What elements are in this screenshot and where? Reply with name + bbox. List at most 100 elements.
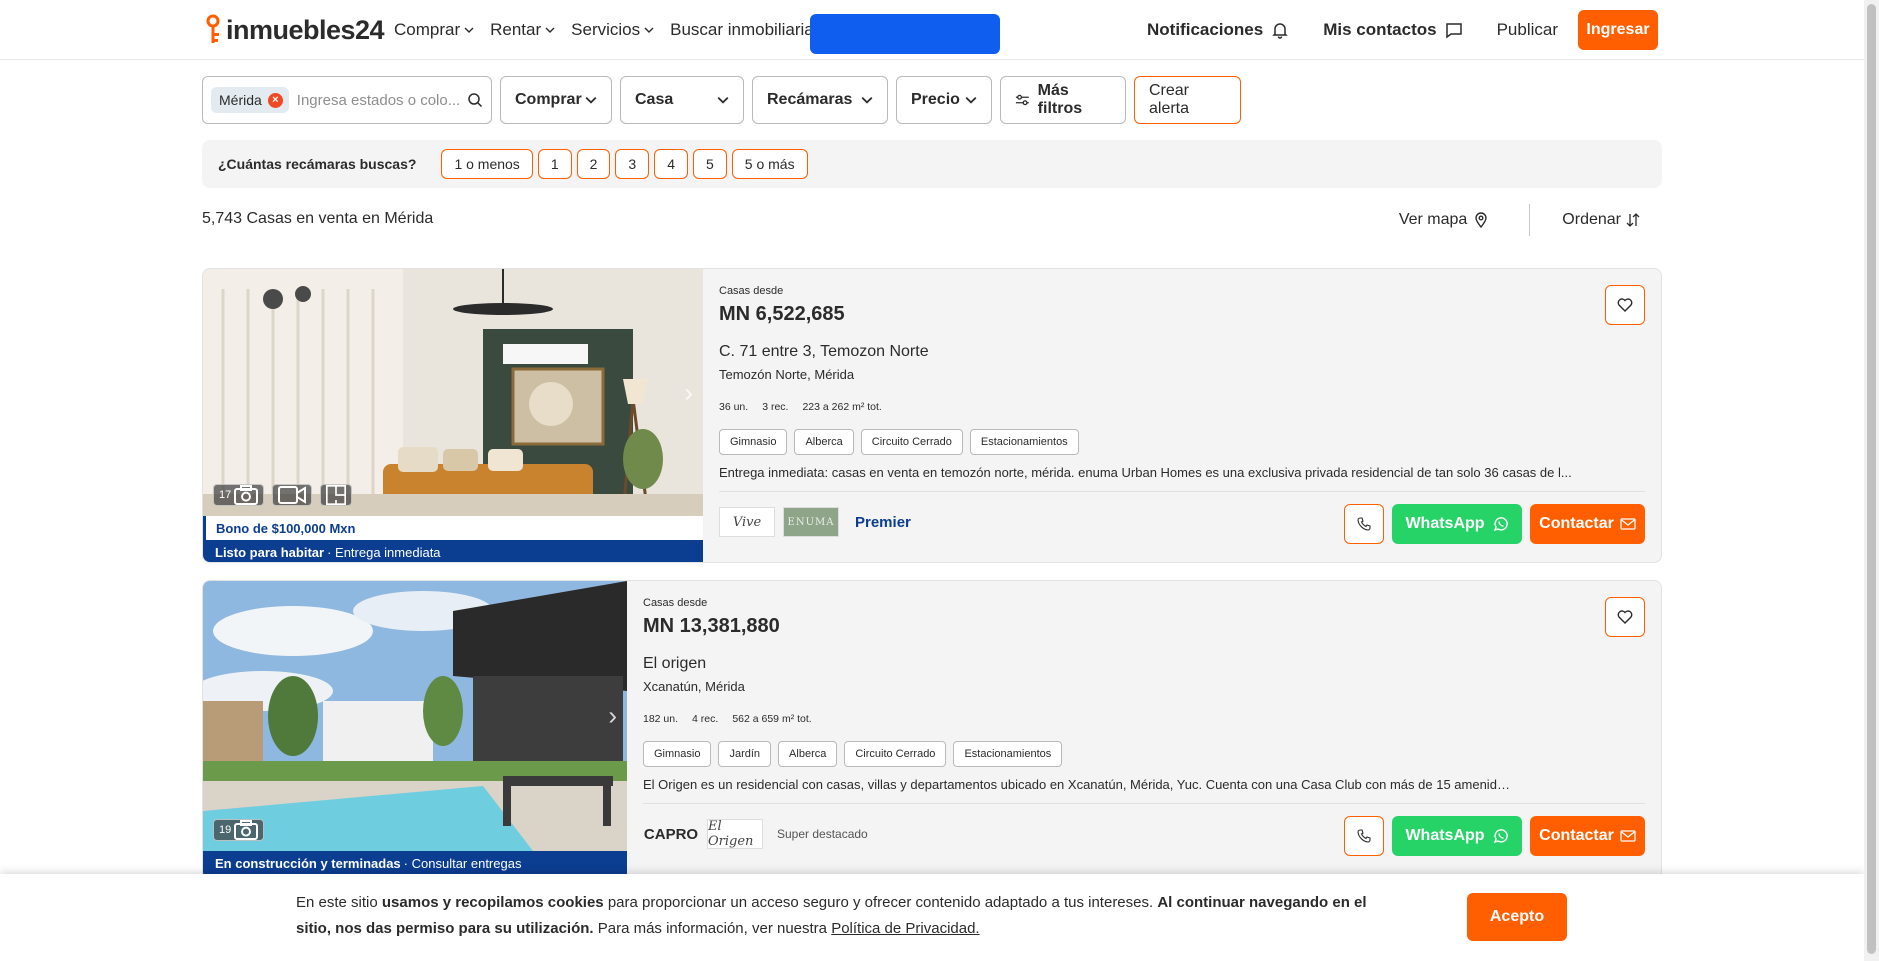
- nav-rentar[interactable]: Rentar: [490, 20, 555, 40]
- bono-label: Bono de $100,000 Mxn: [203, 516, 703, 540]
- publisher-row: Vive ENUMA Premier: [719, 507, 911, 537]
- divider: [1529, 204, 1531, 236]
- mis-contactos-link[interactable]: Mis contactos: [1323, 20, 1462, 40]
- results-tools: Ver mapa Ordenar: [1399, 204, 1673, 236]
- listing-card[interactable]: › 17 Bono de $100,000 Mxn Listo para hab…: [202, 268, 1662, 563]
- listing-title[interactable]: El origen: [643, 655, 706, 673]
- amenity-tag: Estacionamientos: [969, 429, 1079, 455]
- main-nav: Comprar Rentar Servicios Buscar inmobili…: [394, 0, 822, 60]
- cookie-text-part: En este sitio: [296, 894, 382, 911]
- rooms-question-bar: ¿Cuántas recámaras buscas? 1 o menos 1 2…: [202, 140, 1662, 188]
- location-chip[interactable]: Mérida ×: [211, 87, 289, 113]
- amenity-tag: Alberca: [778, 741, 838, 767]
- listing-features: 36 un. 3 rec. 223 a 262 m² tot.: [719, 401, 882, 413]
- map-pin-icon: [1475, 212, 1487, 228]
- enuma-logo[interactable]: ENUMA: [783, 507, 839, 537]
- whatsapp-button[interactable]: WhatsApp: [1392, 504, 1522, 544]
- chevron-down-icon: [717, 96, 729, 104]
- search-icon[interactable]: [467, 92, 483, 108]
- feature-area: 562 a 659 m² tot.: [732, 713, 812, 725]
- whatsapp-button[interactable]: WhatsApp: [1392, 816, 1522, 856]
- precio-dropdown[interactable]: Precio: [896, 76, 992, 124]
- mail-icon: [1620, 518, 1636, 530]
- el-origen-logo[interactable]: El Origen: [707, 819, 763, 849]
- ver-mapa-button[interactable]: Ver mapa: [1399, 211, 1489, 229]
- location-search[interactable]: Mérida × Ingresa estados o colo...: [202, 76, 492, 124]
- pool-villa-photo: [203, 581, 627, 851]
- publicar-link[interactable]: Publicar: [1497, 20, 1558, 40]
- contactar-button[interactable]: Contactar: [1530, 504, 1645, 544]
- listing-description: Entrega inmediata: casas en venta en tem…: [719, 465, 1572, 480]
- type-dropdown[interactable]: Casa: [620, 76, 744, 124]
- next-photo-arrow[interactable]: ›: [608, 701, 617, 732]
- rooms-option-4[interactable]: 4: [654, 149, 688, 179]
- vive-logo[interactable]: Vive: [719, 507, 775, 537]
- nav-comprar[interactable]: Comprar: [394, 20, 474, 40]
- logo-key-icon: [206, 14, 220, 43]
- whatsapp-icon: [1493, 829, 1508, 844]
- search-input[interactable]: Ingresa estados o colo...: [297, 92, 467, 109]
- photo-count: 19: [219, 824, 232, 836]
- rooms-option-5-or-more[interactable]: 5 o más: [731, 149, 808, 179]
- feature-rooms: 3 rec.: [762, 401, 789, 413]
- listing-photo[interactable]: › 19: [203, 581, 627, 851]
- capro-logo[interactable]: CAPRO: [643, 819, 699, 849]
- listing-photo[interactable]: › 17: [203, 269, 703, 516]
- filter-bar: Mérida × Ingresa estados o colo... Compr…: [202, 76, 1241, 124]
- nav-buscar-inmobiliarias[interactable]: Buscar inmobiliarias: [670, 20, 822, 40]
- feature-units: 36 un.: [719, 401, 749, 413]
- contact-actions: WhatsApp Contactar: [1344, 504, 1645, 544]
- notificaciones-link[interactable]: Notificaciones: [1147, 20, 1289, 40]
- living-room-photo: [203, 269, 703, 516]
- listing-location: Xcanatún, Mérida: [643, 679, 745, 694]
- photo-count-badge[interactable]: 19: [213, 819, 265, 841]
- favorite-button[interactable]: [1605, 285, 1645, 325]
- scrollbar-thumb[interactable]: [1867, 4, 1876, 954]
- chevron-down-icon: [965, 96, 977, 104]
- whatsapp-label: WhatsApp: [1405, 515, 1485, 532]
- amenity-tag: Jardín: [718, 741, 772, 767]
- sort-icon: [1626, 213, 1640, 227]
- amenity-tag: Estacionamientos: [953, 741, 1063, 767]
- rooms-option-5[interactable]: 5: [693, 149, 727, 179]
- tier-badge: Premier: [855, 513, 911, 531]
- rooms-option-2[interactable]: 2: [576, 149, 611, 179]
- mas-filtros-button[interactable]: Más filtros: [1000, 76, 1126, 124]
- page-scrollbar[interactable]: [1864, 0, 1879, 961]
- video-icon: [278, 486, 307, 504]
- rooms-option-1[interactable]: 1: [537, 149, 572, 179]
- listing-title[interactable]: C. 71 entre 3, Temozon Norte: [719, 343, 929, 361]
- contactar-button[interactable]: Contactar: [1530, 816, 1645, 856]
- floorplan-badge[interactable]: [320, 484, 353, 506]
- heart-icon: [1617, 298, 1633, 312]
- cookie-text-bold: usamos y recopilamos cookies: [381, 894, 604, 911]
- recamaras-dropdown[interactable]: Recámaras: [752, 76, 888, 124]
- amenity-tags: Gimnasio Alberca Circuito Cerrado Estaci…: [719, 429, 1079, 455]
- amenity-tag: Circuito Cerrado: [860, 429, 963, 455]
- nav-servicios[interactable]: Servicios: [571, 20, 654, 40]
- phone-button[interactable]: [1344, 504, 1384, 544]
- privacy-policy-link[interactable]: Política de Privacidad.: [831, 920, 979, 937]
- amenity-tags: Gimnasio Jardín Alberca Circuito Cerrado…: [643, 741, 1063, 767]
- ordenar-button[interactable]: Ordenar: [1562, 211, 1641, 229]
- amenity-tag: Alberca: [794, 429, 854, 455]
- phone-button[interactable]: [1344, 816, 1384, 856]
- ingresar-button[interactable]: Ingresar: [1578, 10, 1658, 50]
- rooms-option-1-or-less[interactable]: 1 o menos: [441, 149, 533, 179]
- rooms-question: ¿Cuántas recámaras buscas?: [218, 156, 417, 172]
- accept-cookies-button[interactable]: Acepto: [1467, 893, 1567, 941]
- listing-card[interactable]: › 19 En construcción y terminadas · Cons…: [202, 580, 1662, 880]
- rooms-option-3[interactable]: 3: [615, 149, 650, 179]
- cookie-text: En este sitio usamos y recopilamos cooki…: [296, 890, 1396, 942]
- photo-count-badge[interactable]: 17: [213, 484, 265, 506]
- operation-dropdown[interactable]: Comprar: [500, 76, 612, 124]
- next-photo-arrow[interactable]: ›: [684, 377, 693, 408]
- remove-chip-icon[interactable]: ×: [267, 92, 283, 108]
- notificaciones-label: Notificaciones: [1147, 20, 1264, 39]
- video-badge[interactable]: [272, 484, 313, 506]
- promo-banner[interactable]: [810, 14, 1000, 54]
- site-logo[interactable]: inmuebles24: [206, 10, 385, 50]
- delivery-status: En construcción y terminadas · Consultar…: [203, 851, 627, 875]
- favorite-button[interactable]: [1605, 597, 1645, 637]
- crear-alerta-button[interactable]: Crear alerta: [1134, 76, 1241, 124]
